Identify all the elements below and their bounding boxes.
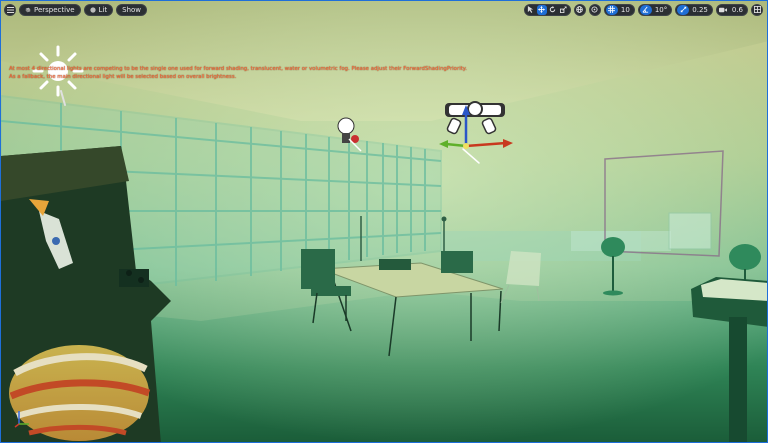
- lighting-warning-message: At most 4 directional lights are competi…: [9, 65, 467, 81]
- lit-sphere-icon: [89, 6, 96, 13]
- camera-speed-control[interactable]: 0.6: [715, 3, 748, 16]
- viewport-toolbar-right: 10 10° 0.25 0.6: [523, 3, 763, 16]
- scale-snap-toggle[interactable]: [677, 4, 690, 15]
- grid-icon: [608, 6, 616, 13]
- scale-snap-control[interactable]: 0.25: [675, 3, 713, 16]
- warning-line-1: At most 4 directional lights are competi…: [9, 66, 467, 72]
- camera-speed-button[interactable]: [717, 5, 729, 15]
- select-icon: [528, 6, 534, 13]
- rotate-icon: [550, 6, 556, 13]
- scale-snap-icon: [680, 6, 687, 13]
- warning-line-2: As a fallback, the main directional ligh…: [9, 74, 237, 80]
- perspective-button[interactable]: Perspective: [19, 3, 81, 16]
- camera-speed-value[interactable]: 0.6: [729, 5, 747, 15]
- rotation-snap-value[interactable]: 10°: [652, 5, 671, 15]
- view-mode-button[interactable]: Lit: [83, 3, 114, 16]
- scale-icon: [560, 6, 567, 13]
- layout-grid-icon: [753, 6, 761, 13]
- viewport-toolbar-left: Perspective Lit Show: [4, 3, 148, 16]
- show-label: Show: [122, 5, 142, 14]
- lit-label: Lit: [98, 5, 108, 14]
- translate-mode-button[interactable]: [536, 4, 547, 15]
- level-viewport[interactable]: At most 4 directional lights are competi…: [0, 0, 768, 443]
- grid-snap-value[interactable]: 10: [618, 5, 634, 15]
- transform-mode-group: [523, 3, 571, 16]
- show-button[interactable]: Show: [116, 3, 148, 16]
- viewport-options-button[interactable]: [4, 3, 16, 16]
- grid-snap-control[interactable]: 10: [603, 3, 635, 16]
- select-mode-button[interactable]: [526, 5, 536, 15]
- surface-snap-icon: [591, 6, 598, 13]
- surface-snap-toggle[interactable]: [588, 3, 601, 16]
- globe-icon: [576, 6, 584, 13]
- perspective-label: Perspective: [34, 5, 75, 14]
- viewport-layout-button[interactable]: [751, 3, 763, 16]
- scale-snap-value[interactable]: 0.25: [689, 5, 712, 15]
- rotate-mode-button[interactable]: [548, 5, 558, 15]
- grid-snap-toggle[interactable]: [605, 4, 618, 15]
- camera-icon: [718, 7, 727, 12]
- translate-icon: [538, 6, 546, 13]
- scale-mode-button[interactable]: [559, 5, 569, 15]
- world-local-toggle[interactable]: [573, 3, 586, 16]
- perspective-cube-icon: [25, 7, 31, 12]
- rotation-snap-toggle[interactable]: [639, 4, 652, 15]
- rotation-snap-control[interactable]: 10°: [637, 3, 673, 16]
- hamburger-menu-icon: [6, 6, 14, 13]
- axis-indicator-icon: [14, 411, 29, 428]
- angle-icon: [642, 6, 649, 13]
